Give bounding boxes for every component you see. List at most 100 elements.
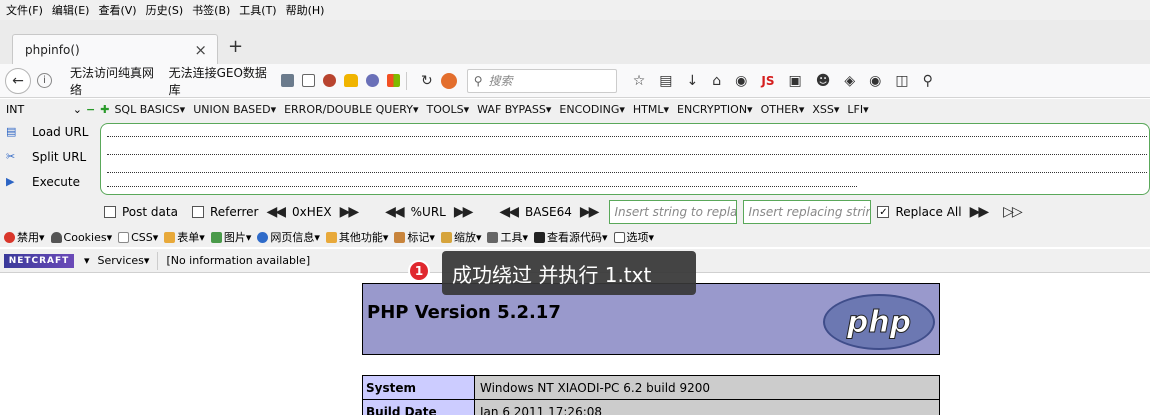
url-encode-arrow-icon[interactable]: ▶▶: [454, 204, 473, 220]
bookmark-star-icon[interactable]: ☆: [633, 73, 646, 89]
new-tab-icon[interactable]: +: [228, 36, 243, 57]
php-logo: php: [823, 294, 935, 350]
post-data-label: Post data: [122, 205, 178, 219]
page-info-menu[interactable]: 网页信息▾: [257, 229, 320, 245]
hackbar-type-value: INT: [6, 102, 25, 116]
tools-menu[interactable]: 工具▾: [487, 229, 528, 245]
replace-all-label: Replace All: [895, 205, 962, 219]
menu-sql-basics[interactable]: SQL BASICS▾: [114, 103, 185, 116]
screenshot-icon[interactable]: ▣: [788, 73, 801, 89]
replace-with-input[interactable]: Insert replacing string: [743, 200, 872, 224]
menu-waf-bypass[interactable]: WAF BYPASS▾: [477, 103, 551, 116]
css-menu[interactable]: CSS▾: [118, 231, 158, 244]
disable-icon: [4, 231, 15, 243]
images-menu[interactable]: 图片▾: [210, 229, 251, 245]
menu-bookmarks[interactable]: 书签(B): [192, 2, 230, 18]
hex-label: 0xHEX: [292, 205, 332, 219]
reader-icon[interactable]: ▤: [659, 73, 672, 89]
menu-file[interactable]: 文件(F): [6, 2, 43, 18]
view-source-menu[interactable]: 查看源代码▾: [534, 229, 608, 245]
netcraft-logo[interactable]: NETCRAFT: [4, 253, 74, 268]
menu-error-double-query[interactable]: ERROR/DOUBLE QUERY▾: [284, 103, 418, 116]
resize-menu[interactable]: 缩放▾: [440, 229, 482, 245]
menu-tools[interactable]: TOOLS▾: [426, 103, 469, 116]
disable-menu[interactable]: 禁用▾: [4, 229, 45, 245]
options-icon: [613, 231, 625, 243]
replace-search-input[interactable]: Insert string to replace: [609, 200, 738, 224]
netcraft-dropdown-icon[interactable]: ▾: [84, 254, 90, 267]
menu-view[interactable]: 查看(V): [98, 2, 136, 18]
menu-xss[interactable]: XSS▾: [812, 103, 839, 116]
search-icon: ⚲: [473, 73, 483, 88]
menu-edit[interactable]: 编辑(E): [52, 2, 90, 18]
services-menu[interactable]: Services▾: [98, 254, 150, 267]
base64-encode-arrow-icon[interactable]: ▶▶: [580, 204, 599, 220]
layers-icon[interactable]: ◈: [844, 73, 855, 89]
menu-encryption[interactable]: ENCRYPTION▾: [677, 103, 753, 116]
globe-icon[interactable]: ◉: [869, 73, 881, 89]
load-url-button[interactable]: ▤ Load URL: [0, 119, 100, 144]
hex-decode-arrow-icon[interactable]: ◀◀: [266, 204, 285, 220]
windows-icon[interactable]: [386, 74, 400, 87]
search-input[interactable]: ⚲ 搜索: [466, 68, 617, 93]
hackbar-type-select[interactable]: INT ⌄: [0, 103, 86, 116]
execute-button[interactable]: ▶ Execute: [0, 169, 100, 194]
menu-html[interactable]: HTML▾: [633, 103, 669, 116]
zoom-icon[interactable]: ⚲: [923, 73, 933, 89]
minus-icon[interactable]: −: [86, 103, 95, 116]
page-info-label: 网页信息▾: [270, 231, 320, 244]
divider: [157, 251, 159, 270]
split-url-button[interactable]: ✂ Split URL: [0, 144, 100, 169]
js-toggle-icon[interactable]: JS: [761, 74, 774, 88]
hex-encode-arrow-icon[interactable]: ▶▶: [340, 204, 359, 220]
url-bar[interactable]: 无法访问纯真网络 无法连接GEO数据库: [70, 64, 400, 98]
replace-arrow-icon[interactable]: ▶▶: [970, 204, 989, 220]
menu-history[interactable]: 历史(S): [146, 2, 184, 18]
feather-icon[interactable]: [323, 74, 337, 87]
computer-icon[interactable]: [280, 74, 294, 87]
close-icon[interactable]: ×: [194, 41, 207, 59]
referrer-label: Referrer: [209, 205, 259, 219]
url-textarea[interactable]: [100, 123, 1150, 195]
resize-label: 缩放▾: [453, 231, 482, 244]
forms-menu[interactable]: 表单▾: [164, 229, 205, 245]
addon-icon[interactable]: ◉: [735, 73, 747, 89]
marker-icon: [394, 231, 406, 243]
palette-icon[interactable]: ☻: [816, 73, 831, 89]
reload-icon[interactable]: ↻: [421, 73, 433, 89]
menu-union-based[interactable]: UNION BASED▾: [193, 103, 276, 116]
misc-icon: [325, 231, 337, 243]
url-decode-arrow-icon[interactable]: ◀◀: [385, 204, 404, 220]
replace-reverse-arrow-icon[interactable]: ▷▷: [1003, 204, 1022, 220]
stop-icon[interactable]: [440, 72, 457, 89]
replace-all-checkbox[interactable]: [877, 206, 890, 218]
menu-encoding[interactable]: ENCODING▾: [559, 103, 625, 116]
base64-decode-arrow-icon[interactable]: ◀◀: [499, 204, 518, 220]
devices-icon[interactable]: ◫: [895, 73, 908, 89]
home-icon[interactable]: ⌂: [712, 73, 721, 89]
post-data-checkbox[interactable]: [104, 206, 116, 218]
back-arrow-icon[interactable]: ←: [5, 67, 31, 94]
download-icon[interactable]: ↓: [687, 73, 699, 89]
tab-phpinfo[interactable]: phpinfo() ×: [12, 34, 218, 64]
url-line: [107, 186, 857, 187]
navigation-bar: ← i 无法访问纯真网络 无法连接GEO数据库 ↻ ⚲ 搜索 ☆ ▤ ↓ ⌂ ◉…: [0, 64, 1150, 98]
outline-menu[interactable]: 标记▾: [394, 229, 435, 245]
referrer-checkbox[interactable]: [191, 206, 204, 218]
plus-icon[interactable]: ✚: [100, 103, 109, 116]
options-menu[interactable]: 选项▾: [613, 229, 654, 245]
toolbar-icons: ☆ ▤ ↓ ⌂ ◉ JS ▣ ☻ ◈ ◉ ◫ ⚲: [633, 73, 933, 89]
help-icon[interactable]: [301, 74, 316, 87]
replace-search-placeholder: Insert string to replace: [614, 205, 738, 219]
misc-menu[interactable]: 其他功能▾: [325, 229, 388, 245]
lock-icon[interactable]: [344, 74, 358, 87]
menu-help[interactable]: 帮助(H): [286, 2, 325, 18]
row-value: Jan 6 2011 17:26:08: [475, 400, 939, 415]
cookies-menu[interactable]: Cookies▾: [50, 231, 112, 244]
chevron-down-icon: ⌄: [72, 102, 82, 116]
info-icon[interactable]: i: [37, 73, 52, 88]
menu-lfi[interactable]: LFI▾: [847, 103, 868, 116]
menu-other[interactable]: OTHER▾: [761, 103, 805, 116]
menu-tools[interactable]: 工具(T): [239, 2, 276, 18]
php-icon[interactable]: [365, 74, 379, 87]
